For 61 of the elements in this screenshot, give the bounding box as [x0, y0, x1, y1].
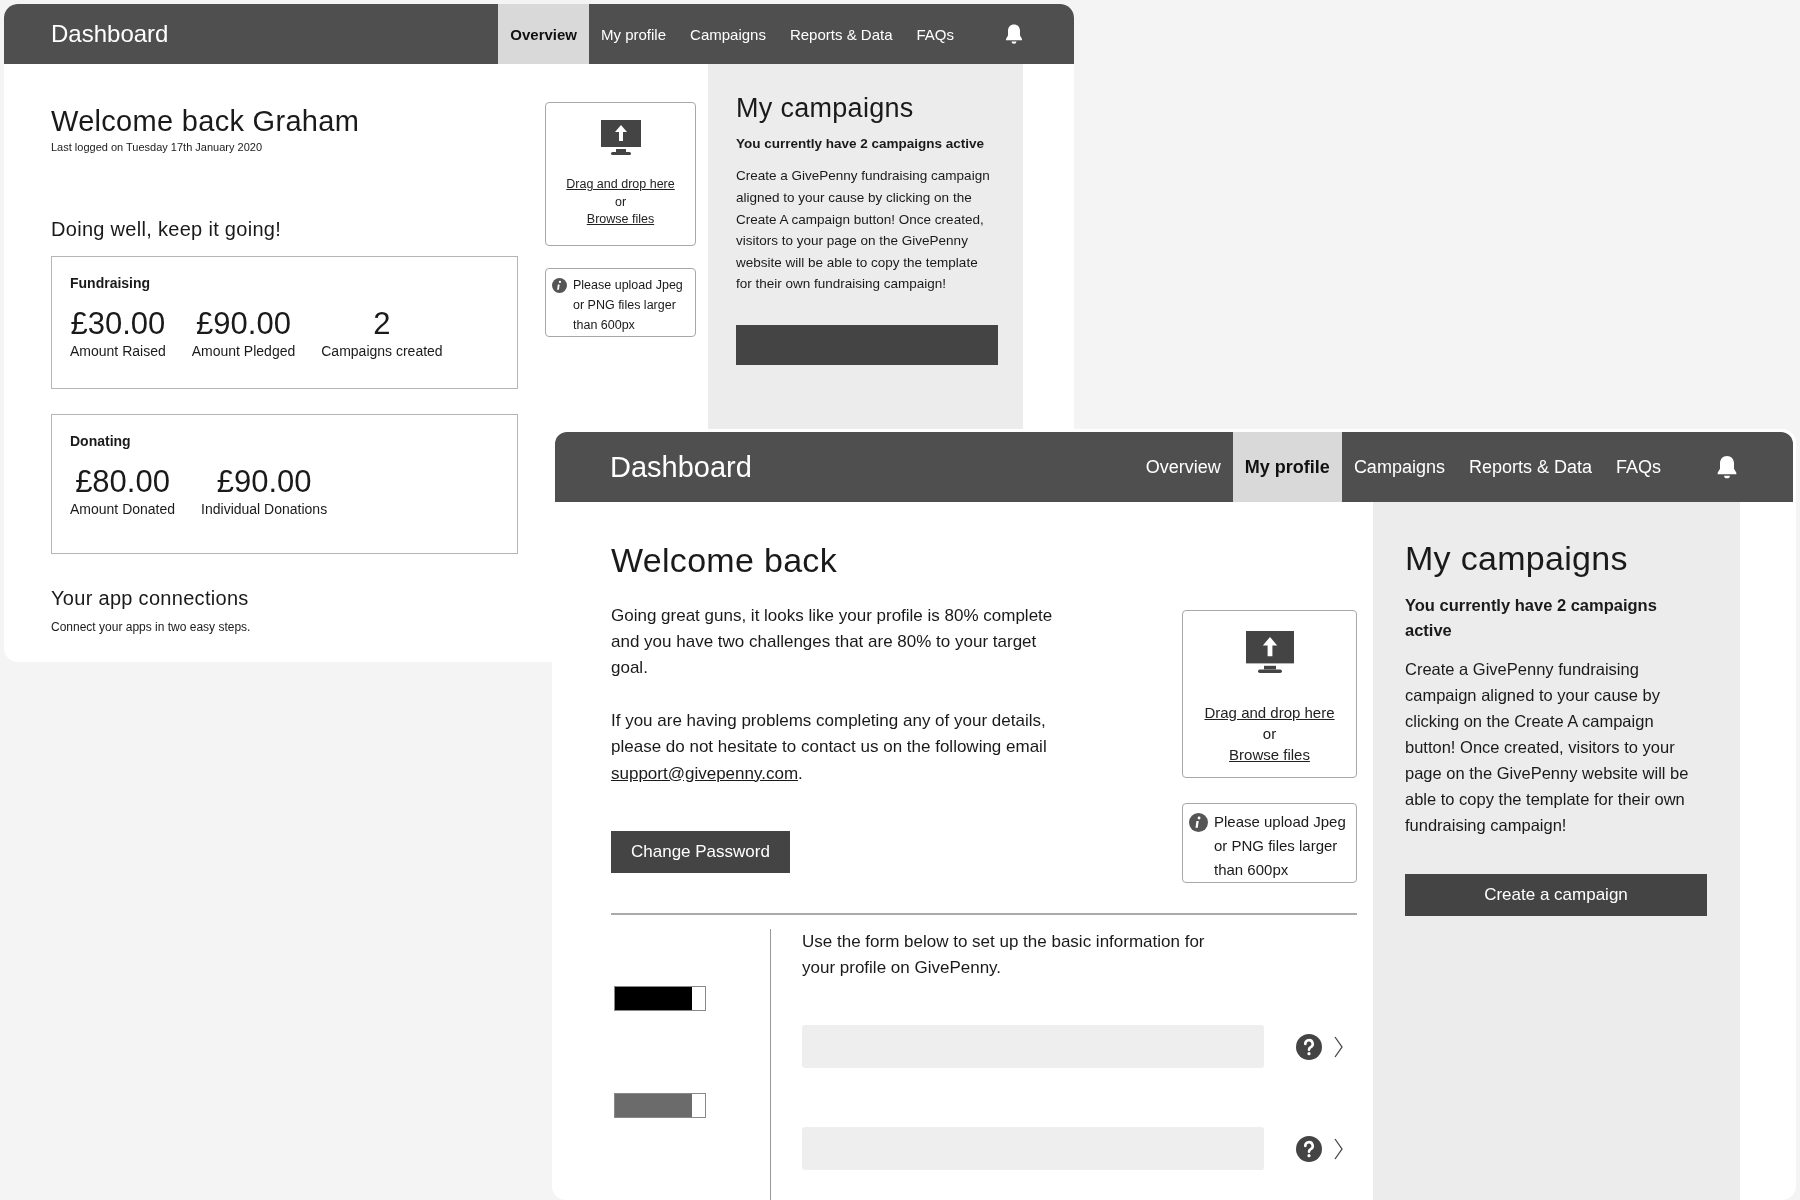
drag-drop-link[interactable]: Drag and drop here — [1204, 702, 1335, 724]
stat-value: £90.00 — [196, 306, 291, 341]
contact-text: If you are having problems completing any of your details, please do not hesitate to contact us on the following email support@givepenny.com. — [611, 709, 1048, 785]
nav-tab[interactable]: FAQs — [904, 4, 966, 64]
nav-tab[interactable]: My profile — [589, 4, 679, 64]
upload-note-text: Please upload Jpeg or PNG files larger than 600px — [1214, 812, 1347, 880]
help-icon[interactable] — [1296, 1135, 1322, 1162]
campaigns-description: Create a GivePenny fundraising campaign aligned to your cause by clicking on the Create A campaign button! Once created, visitors to your page on the GivePenny website will be able to copy the template for their own fundraising campaign! — [736, 167, 991, 294]
window-title: Dashboard — [610, 450, 752, 484]
chevron-right-icon[interactable] — [1334, 1035, 1343, 1058]
nav-tab[interactable]: Campaigns — [678, 4, 778, 64]
welcome-heading: Welcome back — [611, 540, 838, 581]
or-text: or — [1262, 724, 1277, 745]
nav-tab[interactable]: Campaigns — [1341, 432, 1457, 502]
upload-note-text: Please upload Jpeg or PNG files larger than 600px — [573, 277, 684, 334]
stat-label: Individual Donations — [201, 500, 328, 517]
campaigns-summary: You currently have 2 campaigns active — [1405, 594, 1658, 642]
app-connections-heading: Your app connections — [51, 585, 250, 610]
stat-label: Amount Pledged — [191, 342, 296, 359]
nav-tab[interactable]: Reports & Data — [1456, 432, 1604, 502]
nav-tab[interactable]: Overview — [1133, 432, 1233, 502]
campaigns-summary: You currently have 2 campaigns active — [736, 135, 986, 154]
create-campaign-button[interactable] — [736, 324, 998, 365]
upload-dropzone[interactable]: Drag and drop here or Browse files — [545, 102, 696, 246]
help-icon[interactable] — [1296, 1033, 1322, 1060]
profile-progress-text: Going great guns, it looks like your profile is 80% complete and you have two challenges that are 80% to your target goal. — [611, 604, 1054, 680]
info-icon — [1189, 813, 1208, 832]
stat-value: £90.00 — [216, 464, 312, 499]
stat-label: Amount Raised — [70, 342, 166, 359]
upload-monitor-icon — [1245, 631, 1294, 675]
stat-label: Amount Donated — [70, 500, 176, 517]
stat-value: £80.00 — [75, 464, 170, 499]
info-icon — [552, 278, 567, 293]
campaigns-description: Create a GivePenny fundraising campaign aligned to your cause by clicking on the Create A campaign button! Once created, visitors to your page on the GivePenny website will be able to copy the template for their own fundraising campaign! — [1405, 658, 1690, 837]
stat-value: £30.00 — [70, 306, 166, 341]
nav-tab[interactable]: Overview — [498, 4, 590, 64]
upload-dropzone[interactable]: Drag and drop here or Browse files — [1182, 610, 1357, 778]
change-password-button[interactable]: Change Password — [611, 830, 790, 873]
nav-tab[interactable]: Reports & Data — [777, 4, 905, 64]
last-logged-text: Last logged on Tuesday 17th January 2020 — [51, 140, 263, 153]
upload-monitor-icon — [600, 120, 641, 156]
campaigns-heading: My campaigns — [736, 92, 915, 125]
stat-label: Campaigns created — [321, 342, 443, 359]
create-campaign-button[interactable]: Create a campaign — [1405, 874, 1707, 917]
card-title: Fundraising — [70, 274, 152, 291]
browse-files-link[interactable]: Browse files — [1229, 744, 1310, 766]
chevron-right-icon[interactable] — [1334, 1137, 1343, 1160]
browse-files-link[interactable]: Browse files — [586, 211, 655, 229]
or-text: or — [614, 193, 627, 211]
app-connections-text: Connect your apps in two easy steps. — [51, 619, 252, 634]
card-title: Donating — [70, 432, 132, 449]
drag-drop-link[interactable]: Drag and drop here — [566, 176, 675, 194]
support-email-link[interactable]: support@givepenny.com — [611, 763, 799, 783]
nav-tab[interactable]: FAQs — [1604, 432, 1673, 502]
welcome-heading: Welcome back Graham — [51, 104, 361, 139]
status-heading: Doing well, keep it going! — [51, 216, 283, 241]
form-intro-text: Use the form below to set up the basic information for your profile on GivePenny. — [802, 930, 1206, 979]
campaigns-heading: My campaigns — [1405, 538, 1629, 579]
window-title: Dashboard — [51, 20, 169, 48]
stat-value: 2 — [373, 306, 391, 341]
nav-tab[interactable]: My profile — [1232, 432, 1342, 502]
